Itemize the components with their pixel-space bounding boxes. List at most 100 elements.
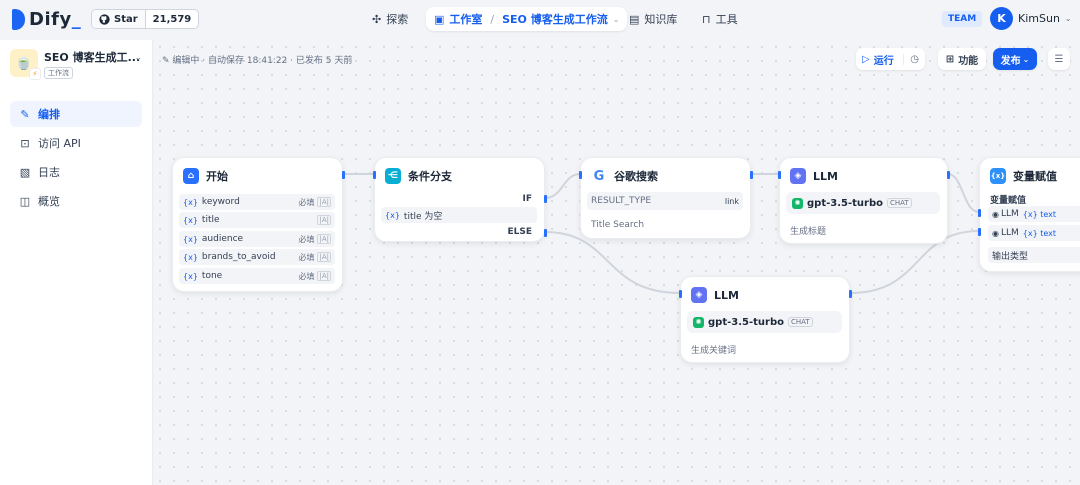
output-handle[interactable] bbox=[342, 171, 345, 179]
terminal-icon: ⊡ bbox=[20, 136, 30, 150]
output-type-row: 输出类型 bbox=[988, 247, 1080, 263]
nav-tools[interactable]: ⊓ 工具 bbox=[694, 7, 746, 31]
llm-small-icon: ◉ bbox=[992, 228, 999, 238]
variable-ref: {x} text bbox=[1022, 209, 1057, 219]
nav-tools-label: 工具 bbox=[715, 13, 738, 26]
if-branch-label: IF bbox=[522, 194, 533, 204]
model-selector: ✺ gpt-3.5-turbo CHAT bbox=[687, 311, 842, 333]
variable-tag: {x} bbox=[183, 234, 198, 244]
if-handle[interactable] bbox=[544, 195, 547, 203]
sidebar-item-logs[interactable]: ▧ 日志 bbox=[10, 159, 142, 185]
app-selector[interactable]: 🍵 ⚡ SEO 博客生成工... 工作流 ⌄ bbox=[10, 49, 144, 83]
workflow-badge-icon: ⚡ bbox=[29, 68, 41, 80]
model-mode-badge: CHAT bbox=[787, 317, 813, 327]
sidebar-item-api[interactable]: ⊡ 访问 API bbox=[10, 130, 142, 156]
variable-ref: {x} text bbox=[1022, 228, 1057, 238]
else-handle[interactable] bbox=[544, 229, 547, 237]
param-value: link bbox=[724, 196, 739, 206]
node-title: 变量赋值 bbox=[1013, 170, 1057, 183]
source-node: LLM bbox=[1000, 228, 1019, 238]
toolbox-icon: ⊓ bbox=[702, 12, 711, 26]
overview-icon: ◫ bbox=[19, 194, 31, 208]
assign-row: ◉ LLM {x} text bbox=[988, 225, 1080, 241]
required-label: 必填 bbox=[298, 271, 315, 281]
sidebar-item-label: 访问 API bbox=[38, 137, 81, 150]
variable-name: tone bbox=[201, 271, 223, 281]
required-label: 必填 bbox=[298, 252, 315, 262]
input-handle[interactable] bbox=[778, 171, 781, 179]
chevron-down-icon: ⌄ bbox=[134, 53, 142, 63]
dify-logo[interactable]: Dify_ bbox=[12, 9, 81, 30]
input-handle-1[interactable] bbox=[978, 209, 981, 217]
variable-tag: {x} bbox=[385, 210, 400, 220]
llm-icon: ◈ bbox=[790, 168, 806, 184]
output-handle[interactable] bbox=[849, 290, 852, 298]
variable-icon: {x} bbox=[990, 168, 1006, 184]
node-llm-title[interactable]: ◈ LLM ✺ gpt-3.5-turbo CHAT 生成标题 bbox=[778, 157, 950, 244]
nav-explore-label: 探索 bbox=[386, 13, 409, 26]
input-handle[interactable] bbox=[579, 171, 582, 179]
variable-name: keyword bbox=[201, 197, 240, 207]
start-var-keyword: {x} keyword 必填 |A| bbox=[179, 194, 335, 210]
sidebar-item-orchestrate[interactable]: ✎ 编排 bbox=[10, 101, 142, 127]
node-google-search[interactable]: G 谷歌搜索 RESULT_TYPE link Title Search bbox=[579, 157, 753, 239]
start-var-audience: {x} audience 必填 |A| bbox=[179, 231, 335, 247]
param-row: RESULT_TYPE link bbox=[587, 192, 743, 210]
workflow-edit-icon: ✎ bbox=[20, 107, 30, 121]
nav-studio[interactable]: ▣ 工作室 / SEO 博客生成工作流 ⌄ bbox=[426, 7, 628, 31]
github-star-button[interactable]: Star 21,579 bbox=[91, 9, 200, 29]
node-title: LLM bbox=[813, 169, 838, 183]
start-var-brands: {x} brands_to_avoid 必填 |A| bbox=[179, 249, 335, 265]
condition-row: {x} title 为空 bbox=[381, 207, 537, 223]
nav-knowledge[interactable]: ▤ 知识库 bbox=[621, 7, 685, 31]
sidebar-item-overview[interactable]: ◫ 概览 bbox=[10, 188, 142, 214]
else-branch-label: ELSE bbox=[507, 227, 532, 237]
start-var-tone: {x} tone 必填 |A| bbox=[179, 268, 335, 284]
output-type-label: 输出类型 bbox=[992, 251, 1029, 262]
workflow-canvas[interactable]: ✎ 编辑中 · 自动保存 18:41:22 · 已发布 5 天前 ▷ 运行 ◷ … bbox=[153, 40, 1080, 485]
text-type-icon: |A| bbox=[317, 271, 331, 281]
output-handle[interactable] bbox=[750, 171, 753, 179]
nav-separator: / bbox=[490, 12, 495, 26]
dify-logo-mark bbox=[12, 9, 25, 30]
output-handle[interactable] bbox=[947, 171, 950, 179]
input-handle[interactable] bbox=[679, 290, 682, 298]
compass-icon: ✣ bbox=[372, 12, 382, 26]
start-var-title: {x} title |A| bbox=[179, 212, 335, 228]
openai-icon: ✺ bbox=[792, 197, 803, 209]
openai-icon: ✺ bbox=[693, 316, 704, 328]
node-description: 生成标题 bbox=[790, 227, 827, 237]
brand-suffix: _ bbox=[71, 9, 82, 30]
sidebar: 🍵 ⚡ SEO 博客生成工... 工作流 ⌄ ✎ 编排 ⊡ 访问 API ▧ 日… bbox=[0, 40, 153, 485]
model-name: gpt-3.5-turbo bbox=[807, 197, 883, 209]
node-variable-assigner[interactable]: {x} 变量赋值 变量赋值 ◉ LLM {x} text ◉ LLM {x} text … bbox=[978, 157, 1080, 272]
param-key: RESULT_TYPE bbox=[591, 196, 652, 206]
nav-explore[interactable]: ✣ 探索 bbox=[364, 7, 416, 31]
variable-tag: {x} bbox=[183, 252, 198, 262]
github-star-label: Star bbox=[114, 13, 138, 25]
source-node: LLM bbox=[1000, 209, 1019, 219]
nav-studio-label: 工作室 bbox=[449, 13, 483, 26]
app-type-badge: 工作流 bbox=[44, 67, 73, 79]
user-menu[interactable]: K KimSun ⌄ bbox=[990, 7, 1072, 30]
input-handle-2[interactable] bbox=[978, 228, 981, 236]
model-mode-badge: CHAT bbox=[886, 198, 912, 208]
assign-row: ◉ LLM {x} text bbox=[988, 206, 1080, 222]
book-icon: ▤ bbox=[629, 12, 640, 26]
section-label: 变量赋值 bbox=[990, 196, 1027, 206]
sidebar-menu: ✎ 编排 ⊡ 访问 API ▧ 日志 ◫ 概览 bbox=[10, 101, 142, 217]
required-label: 必填 bbox=[298, 197, 315, 207]
node-title: 条件分支 bbox=[408, 170, 452, 183]
input-handle[interactable] bbox=[373, 171, 376, 179]
text-type-icon: |A| bbox=[317, 252, 331, 262]
edge-else-llm2 bbox=[544, 231, 681, 294]
sidebar-item-label: 日志 bbox=[38, 166, 60, 179]
llm-icon: ◈ bbox=[691, 287, 707, 303]
chevron-down-icon: ⌄ bbox=[1064, 14, 1072, 23]
node-ifelse[interactable]: ⋲ 条件分支 IF {x} title 为空 ELSE bbox=[373, 157, 547, 242]
node-start[interactable]: ⌂ 开始 {x} keyword 必填 |A| {x} title |A| {x} audi… bbox=[172, 157, 345, 292]
team-badge: TEAM bbox=[942, 11, 983, 27]
node-llm-keywords[interactable]: ◈ LLM ✺ gpt-3.5-turbo CHAT 生成关键词 bbox=[679, 276, 852, 363]
edge-if-google bbox=[544, 173, 581, 199]
nav-current-app[interactable]: SEO 博客生成工作流 bbox=[502, 11, 608, 27]
